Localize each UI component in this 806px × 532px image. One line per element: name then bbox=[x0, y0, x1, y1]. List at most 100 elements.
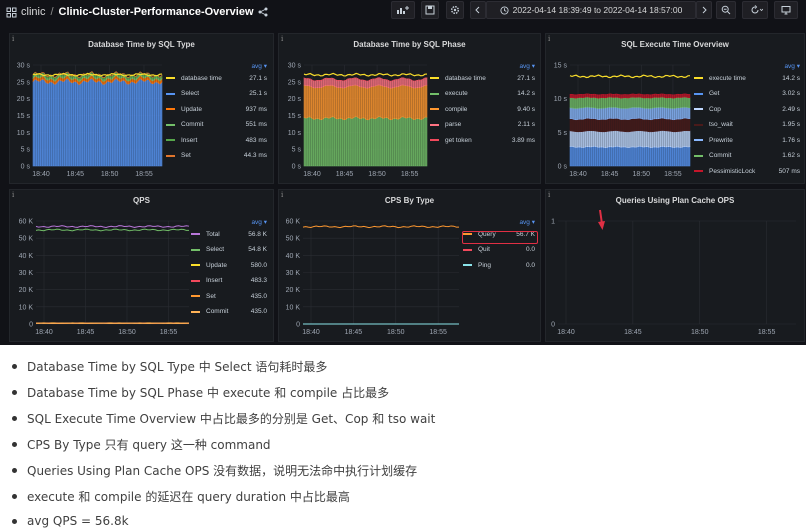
settings-button[interactable] bbox=[446, 1, 464, 19]
legend-label: Quit bbox=[478, 246, 490, 253]
legend-swatch bbox=[166, 92, 175, 95]
legend-item-execute[interactable]: execute 14.2 s bbox=[430, 88, 535, 100]
legend-item-prewrite[interactable]: Prewrite 1.76 s bbox=[694, 134, 800, 146]
legend-value: 14.2 s bbox=[782, 74, 800, 82]
legend-item-parse[interactable]: parse 2.11 s bbox=[430, 119, 535, 131]
legend-sql-phase: avg ▾ database time 27.1 s execute 14.2 s com… bbox=[430, 62, 535, 182]
legend-item-insert[interactable]: Insert 483.3 bbox=[191, 275, 267, 287]
legend-value: 56.8 K bbox=[248, 230, 267, 238]
dashboard-title[interactable]: Clinic-Cluster-Performance-Overview bbox=[59, 6, 254, 18]
y-tick-label: 10 K bbox=[286, 304, 301, 311]
legend-label: Update bbox=[181, 105, 202, 113]
y-tick-label: 30 s bbox=[17, 63, 31, 70]
legend-item-commit[interactable]: Commit 435.0 bbox=[191, 306, 267, 318]
legend-item-compile[interactable]: compile 9.40 s bbox=[430, 103, 535, 115]
y-tick-label: 0 s bbox=[292, 164, 302, 171]
share-icon[interactable] bbox=[258, 7, 268, 17]
note-text: execute 和 compile 的延迟在 query duration 中占… bbox=[27, 490, 350, 504]
y-tick-label: 1 bbox=[551, 219, 555, 226]
note-item: SQL Execute Time Overview 中占比最多的分别是 Get、… bbox=[12, 410, 435, 427]
legend-swatch bbox=[191, 310, 200, 313]
note-text: Database Time by SQL Phase 中 execute 和 c… bbox=[27, 386, 390, 400]
legend-item-update[interactable]: Update 937 ms bbox=[166, 103, 267, 115]
note-item: Database Time by SQL Type 中 Select 语句耗时最… bbox=[12, 358, 327, 375]
legend-label: Commit bbox=[709, 152, 732, 159]
legend-item-tso-wait[interactable]: tso_wait 1.95 s bbox=[694, 119, 800, 131]
legend-item-commit[interactable]: Commit 1.62 s bbox=[694, 150, 800, 162]
x-tick-label: 18:50 bbox=[387, 329, 405, 336]
legend-sort-avg[interactable]: avg ▾ bbox=[784, 62, 800, 70]
tv-mode-button[interactable] bbox=[774, 1, 798, 19]
legend-sort-avg[interactable]: avg ▾ bbox=[519, 62, 535, 70]
legend-sort-avg[interactable]: avg ▾ bbox=[251, 62, 267, 70]
legend-item-database-time[interactable]: database time 27.1 s bbox=[430, 72, 535, 84]
dashboards-grid-icon[interactable] bbox=[6, 7, 17, 18]
area-cop bbox=[569, 130, 691, 148]
legend-swatch bbox=[694, 170, 703, 172]
y-tick-label: 25 s bbox=[288, 79, 302, 86]
legend-value: 9.40 s bbox=[517, 105, 535, 113]
legend-item-set[interactable]: Set 435.0 bbox=[191, 290, 267, 302]
legend-item-quit[interactable]: Quit 0.0 bbox=[463, 244, 535, 256]
legend-item-total[interactable]: Total 56.8 K bbox=[191, 228, 267, 240]
add-panel-icon bbox=[397, 6, 409, 14]
note-text: SQL Execute Time Overview 中占比最多的分别是 Get、… bbox=[27, 412, 436, 426]
legend-item-execute-time[interactable]: execute time 14.2 s bbox=[694, 72, 800, 84]
panel-cps-by-type: i CPS By Type 0 10 K 20 K 30 K 40 K 50 K 60 K1… bbox=[278, 189, 541, 342]
legend-swatch bbox=[694, 92, 703, 95]
legend-swatch bbox=[166, 139, 175, 141]
legend-swatch bbox=[694, 77, 703, 79]
save-dashboard-button[interactable] bbox=[421, 1, 439, 19]
time-shift-back-button[interactable] bbox=[470, 1, 486, 19]
legend-value: 44.3 ms bbox=[243, 152, 267, 159]
legend-item-commit[interactable]: Commit 551 ms bbox=[166, 119, 267, 131]
legend-item-pessimisticlock[interactable]: PessimisticLock 507 ms bbox=[694, 165, 800, 177]
legend-value: 2.11 s bbox=[517, 121, 535, 128]
time-range-picker[interactable]: 2022-04-14 18:39:49 to 2022-04-14 18:57:… bbox=[486, 1, 696, 19]
monitor-icon bbox=[781, 6, 791, 15]
zoom-out-button[interactable] bbox=[716, 1, 736, 19]
refresh-icon bbox=[751, 5, 763, 14]
legend-item-set[interactable]: Set 44.3 ms bbox=[166, 150, 267, 162]
bullet bbox=[12, 390, 17, 395]
x-tick-label: 18:40 bbox=[32, 171, 50, 178]
legend-item-select[interactable]: Select 54.8 K bbox=[191, 244, 267, 256]
breadcrumb-separator: / bbox=[50, 6, 54, 18]
legend-label: Insert bbox=[181, 136, 198, 144]
legend-item-get[interactable]: Get 3.02 s bbox=[694, 88, 800, 100]
legend-swatch bbox=[191, 248, 200, 251]
legend-swatch bbox=[166, 77, 175, 79]
legend-qps: avg ▾ Total 56.8 K Select 54.8 K Update 580.0 I… bbox=[191, 218, 267, 338]
y-tick-label: 10 s bbox=[288, 130, 302, 137]
legend-item-ping[interactable]: Ping 0.0 bbox=[463, 259, 535, 271]
line-execute-time bbox=[569, 74, 691, 79]
legend-value: 2.49 s bbox=[782, 105, 800, 113]
y-tick-label: 0 s bbox=[558, 164, 568, 171]
legend-label: Prewrite bbox=[709, 136, 733, 144]
refresh-button[interactable] bbox=[742, 1, 768, 19]
note-item: Database Time by SQL Phase 中 execute 和 c… bbox=[12, 384, 389, 401]
legend-item-database-time[interactable]: database time 27.1 s bbox=[166, 72, 267, 84]
area-execute bbox=[303, 115, 428, 167]
legend-sort-avg[interactable]: avg ▾ bbox=[251, 218, 267, 226]
legend-item-get-token[interactable]: get token 3.89 ms bbox=[430, 134, 535, 146]
legend-sort-avg[interactable]: avg ▾ bbox=[519, 218, 535, 226]
x-tick-label: 18:55 bbox=[401, 171, 419, 178]
legend-label: Cop bbox=[709, 105, 721, 113]
legend-item-cop[interactable]: Cop 2.49 s bbox=[694, 103, 800, 115]
legend-label: execute time bbox=[709, 74, 746, 82]
legend-swatch bbox=[166, 108, 175, 110]
chart-plan-cache-ops: 0 1 18:40 18:45 18:50 18:55 bbox=[551, 219, 796, 336]
time-shift-forward-button[interactable] bbox=[696, 1, 712, 19]
add-panel-button[interactable] bbox=[391, 1, 415, 19]
y-tick-label: 30 s bbox=[288, 63, 302, 70]
x-tick-label: 18:55 bbox=[758, 329, 776, 336]
legend-label: Commit bbox=[181, 121, 204, 128]
legend-swatch bbox=[191, 295, 200, 297]
legend-item-select[interactable]: Select 25.1 s bbox=[166, 88, 267, 100]
note-text: Queries Using Plan Cache OPS 没有数据，说明无法命中… bbox=[27, 464, 418, 478]
legend-item-insert[interactable]: Insert 483 ms bbox=[166, 134, 267, 146]
legend-item-update[interactable]: Update 580.0 bbox=[191, 259, 267, 271]
breadcrumb-folder[interactable]: clinic bbox=[21, 6, 45, 18]
x-tick-label: 18:40 bbox=[569, 171, 587, 178]
